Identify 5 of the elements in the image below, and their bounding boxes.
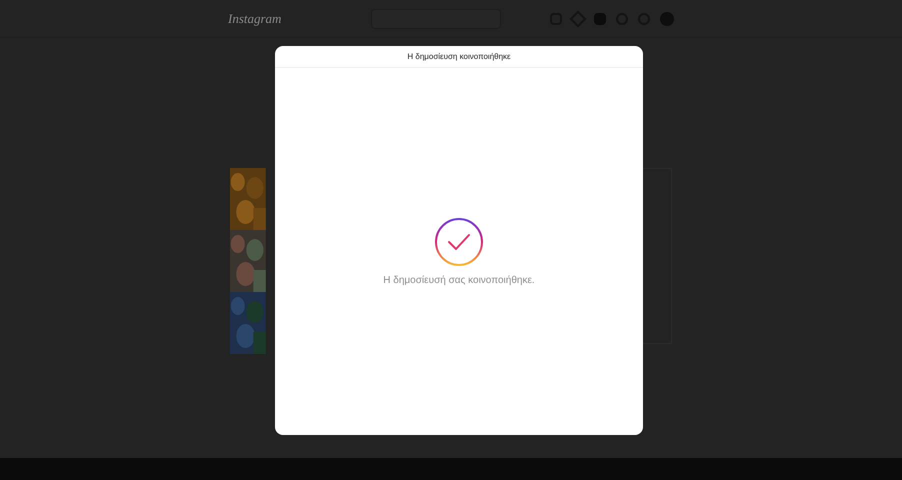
instagram-logo[interactable]: Instagram: [228, 8, 282, 28]
checkmark-icon: [434, 217, 484, 267]
add-icon[interactable]: [594, 12, 606, 24]
success-message: Η δημοσίευσή σας κοινοποιήθηκε.: [383, 274, 535, 288]
dialog-title: Η δημοσίευση κοινοποιήθηκε: [407, 50, 511, 62]
